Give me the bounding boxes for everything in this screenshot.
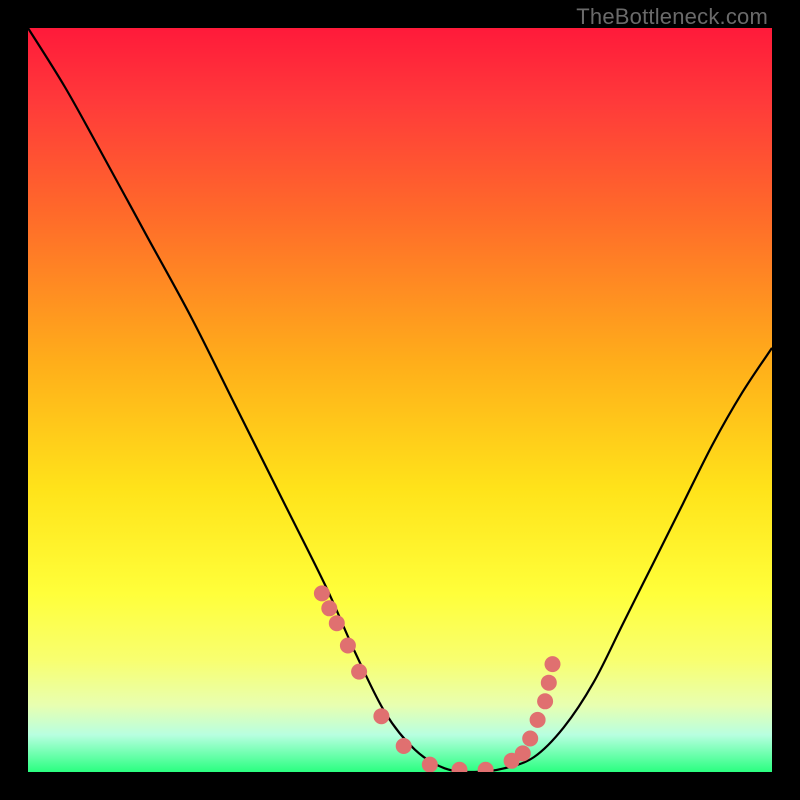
curve-line	[28, 28, 772, 772]
marker-dot	[314, 585, 330, 601]
marker-dot	[422, 757, 438, 772]
marker-dot	[321, 600, 337, 616]
marker-dot	[373, 708, 389, 724]
marker-dot	[351, 664, 367, 680]
marker-dot	[537, 693, 553, 709]
marker-dot	[340, 638, 356, 654]
marker-dot	[452, 762, 468, 772]
chart-svg	[28, 28, 772, 772]
scatter-markers	[314, 585, 561, 772]
watermark-text: TheBottleneck.com	[576, 4, 768, 30]
marker-dot	[530, 712, 546, 728]
marker-dot	[478, 762, 494, 772]
chart-frame: TheBottleneck.com	[0, 0, 800, 800]
marker-dot	[541, 675, 557, 691]
marker-dot	[545, 656, 561, 672]
marker-dot	[329, 615, 345, 631]
plot-area	[28, 28, 772, 772]
marker-dot	[515, 745, 531, 761]
marker-dot	[396, 738, 412, 754]
marker-dot	[522, 731, 538, 747]
